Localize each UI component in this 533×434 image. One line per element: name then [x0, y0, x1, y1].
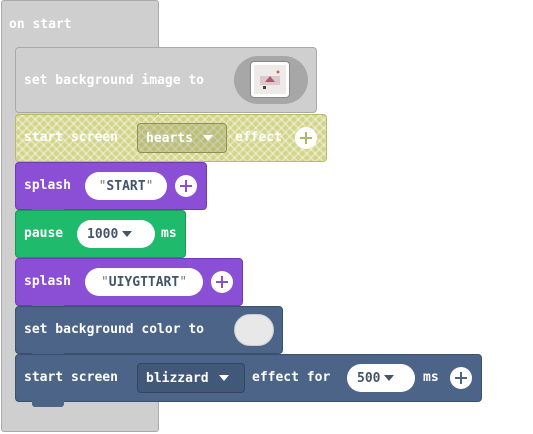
- effect-label: effect: [235, 130, 282, 145]
- set-background-image-block[interactable]: set background image to: [15, 47, 317, 113]
- on-start-label: on start: [9, 17, 72, 32]
- image-picker[interactable]: [234, 56, 308, 104]
- splash-label: splash: [24, 274, 71, 289]
- add-parameter-icon[interactable]: [211, 271, 233, 293]
- color-picker[interactable]: [234, 314, 274, 346]
- effect-value: hearts: [146, 130, 193, 146]
- effect-dropdown[interactable]: blizzard: [137, 363, 245, 393]
- splash-text-value: UIYGTTART: [108, 274, 180, 290]
- add-parameter-icon[interactable]: [175, 175, 197, 197]
- start-screen-hearts-block[interactable]: start screen hearts effect: [15, 114, 327, 162]
- add-parameter-icon[interactable]: [295, 127, 317, 149]
- pause-duration-value: 1000: [87, 226, 119, 242]
- effect-value: blizzard: [146, 370, 209, 386]
- effect-dropdown[interactable]: hearts: [137, 123, 227, 153]
- block-notch: [32, 401, 64, 407]
- splash-text-input[interactable]: " START ": [85, 172, 167, 200]
- start-screen-label: start screen: [24, 130, 118, 145]
- start-screen-blizzard-block[interactable]: start screen blizzard effect for 500 ms: [15, 354, 482, 407]
- chevron-down-icon: [218, 375, 229, 381]
- background-image-thumbnail: [250, 61, 290, 98]
- image-preview-icon: [254, 65, 286, 94]
- set-background-color-block[interactable]: set background color to: [15, 306, 283, 359]
- splash-text-input[interactable]: " UIYGTTART ": [85, 268, 203, 296]
- chevron-down-icon: [202, 135, 213, 141]
- effect-for-label: effect for: [252, 370, 331, 385]
- effect-duration-value: 500: [357, 370, 381, 386]
- set-background-image-label: set background image to: [24, 73, 205, 88]
- splash-uiygttart-block[interactable]: splash " UIYGTTART ": [15, 258, 243, 311]
- splash-start-block[interactable]: splash " START ": [15, 162, 207, 215]
- start-screen-label: start screen: [24, 370, 118, 385]
- chevron-down-icon: [384, 375, 395, 381]
- pause-unit-label: ms: [161, 226, 177, 241]
- chevron-down-icon: [122, 231, 133, 237]
- effect-duration-dropdown[interactable]: 500: [347, 364, 415, 392]
- splash-label: splash: [24, 178, 71, 193]
- pause-duration-dropdown[interactable]: 1000: [77, 220, 155, 248]
- add-parameter-icon[interactable]: [450, 367, 472, 389]
- pause-label: pause: [24, 226, 64, 241]
- set-background-color-label: set background color to: [24, 322, 205, 337]
- effect-unit-label: ms: [423, 370, 439, 385]
- splash-text-value: START: [106, 178, 146, 194]
- pause-block[interactable]: pause 1000 ms: [15, 210, 186, 258]
